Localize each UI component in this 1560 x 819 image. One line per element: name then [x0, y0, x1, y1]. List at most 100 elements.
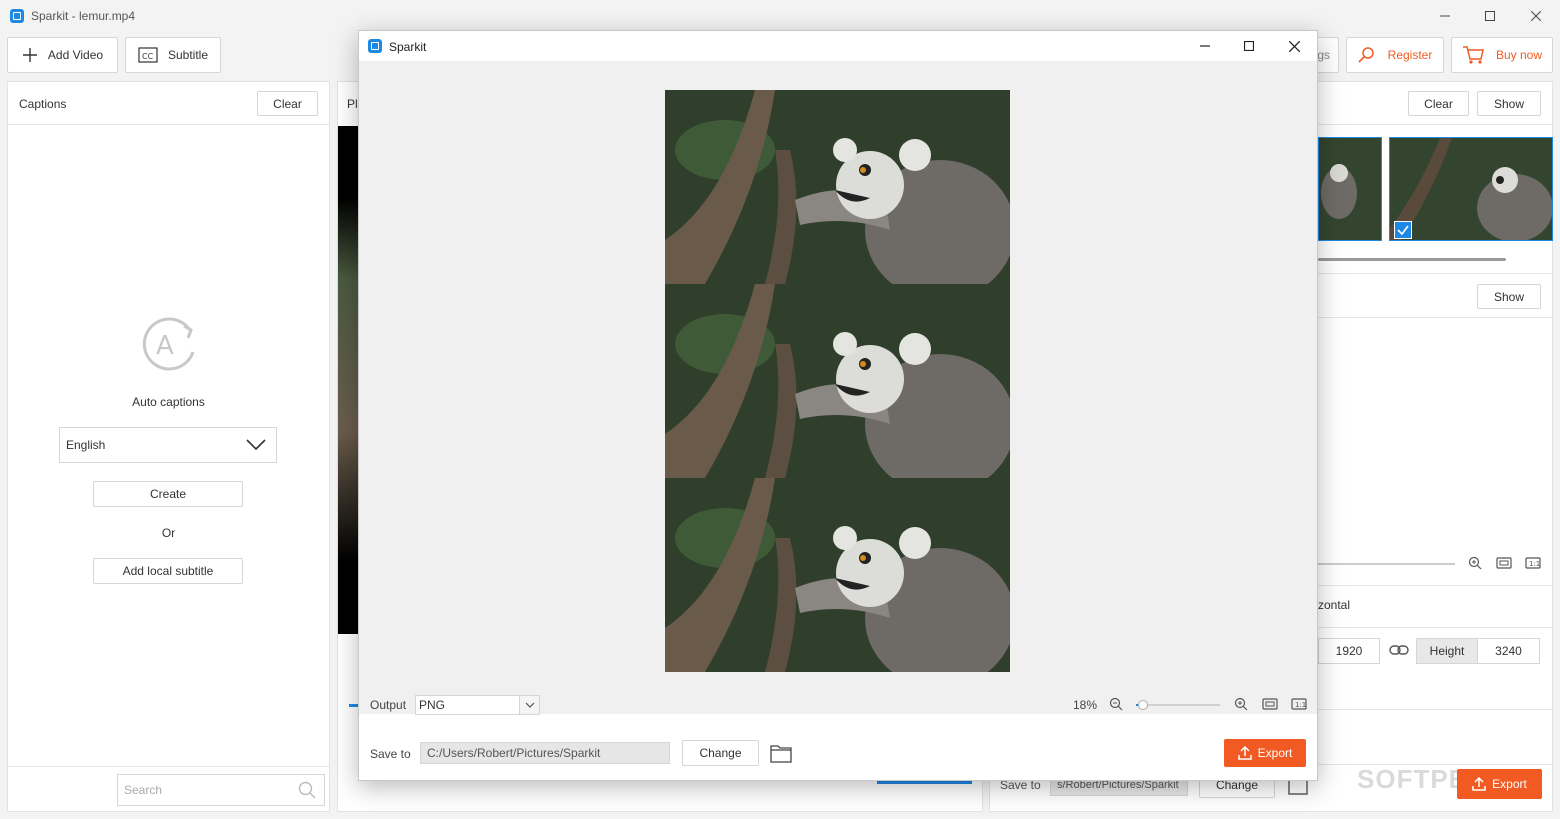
frame-thumbnail[interactable]	[1318, 137, 1382, 241]
fit-screen-icon[interactable]	[1496, 556, 1512, 570]
svg-text:1:1: 1:1	[1295, 701, 1306, 709]
subtitle-button[interactable]: CC Subtitle	[125, 37, 221, 73]
close-button[interactable]	[1513, 0, 1559, 32]
minimize-icon	[1200, 45, 1210, 47]
maximize-icon	[1244, 41, 1254, 51]
svg-text:CC: CC	[142, 52, 154, 61]
right-export-button[interactable]: Export	[1457, 769, 1542, 799]
save-path-input[interactable]: C:/Users/Robert/Pictures/Sparkit	[420, 742, 670, 764]
minimize-icon	[1440, 15, 1450, 17]
svg-text:1:1: 1:1	[1529, 560, 1540, 568]
height-label: Height	[1429, 644, 1465, 658]
frames-show-button[interactable]: Show	[1477, 91, 1541, 116]
zoom-out-icon[interactable]	[1109, 697, 1123, 711]
dialog-title: Sparkit	[389, 40, 427, 54]
maximize-button[interactable]	[1467, 0, 1513, 32]
create-label: Create	[149, 487, 187, 501]
lemur-image	[665, 284, 1010, 478]
captions-search-input[interactable]: Search	[117, 774, 325, 806]
subtitle-label: Subtitle	[167, 48, 209, 62]
captions-title: Captions	[19, 97, 67, 111]
export-preview-dialog: Sparkit Output PNG 18% 1:1 Save to C:/Us…	[358, 30, 1318, 781]
title-bar: Sparkit - lemur.mp4	[0, 0, 1560, 32]
or-label: Or	[161, 526, 176, 540]
height-label-box: Height	[1416, 638, 1478, 664]
change-label: Change	[699, 746, 742, 760]
upload-icon	[1237, 746, 1252, 760]
close-icon	[1531, 11, 1541, 21]
upload-icon	[1472, 777, 1486, 791]
folder-icon[interactable]	[770, 743, 792, 763]
captions-clear-label: Clear	[273, 96, 302, 111]
change-button[interactable]: Change	[682, 740, 759, 766]
zoom-slider[interactable]	[1136, 700, 1220, 710]
captions-footer-divider	[8, 766, 329, 767]
layout-show-button[interactable]: Show	[1477, 284, 1541, 309]
cart-icon	[1462, 46, 1484, 64]
lemur-image	[665, 478, 1010, 672]
auto-captions-icon: A	[142, 317, 195, 371]
output-label: Output	[370, 698, 407, 712]
add-video-button[interactable]: Add Video	[7, 37, 118, 73]
create-button[interactable]: Create	[93, 481, 243, 507]
frames-clear-button[interactable]: Clear	[1408, 91, 1469, 116]
export-label: Export	[1257, 746, 1293, 760]
dialog-maximize-button[interactable]	[1226, 31, 1272, 61]
output-dropdown-arrow[interactable]	[519, 696, 539, 714]
player-label: Pl	[347, 97, 358, 111]
layout-zoom-slider[interactable]	[1318, 563, 1455, 565]
export-button[interactable]: Export	[1224, 739, 1306, 767]
dialog-title-bar: Sparkit	[359, 31, 1317, 61]
orientation-label: zontal	[1318, 598, 1351, 612]
frames-clear-label: Clear	[1424, 96, 1453, 111]
layout-show-label: Show	[1493, 289, 1525, 304]
dialog-minimize-button[interactable]	[1182, 31, 1228, 61]
preview-canvas	[359, 61, 1317, 714]
search-icon	[298, 781, 316, 799]
frame-thumbnail-selected[interactable]	[1389, 137, 1553, 241]
dialog-close-button[interactable]	[1271, 31, 1317, 61]
preview-frame-2	[665, 284, 1010, 478]
maximize-icon	[1485, 11, 1495, 21]
buy-now-button[interactable]: Buy now	[1451, 37, 1553, 73]
fit-screen-icon[interactable]	[1262, 697, 1278, 711]
zoom-in-icon[interactable]	[1234, 697, 1248, 711]
captions-header-divider	[8, 124, 329, 125]
actual-size-icon[interactable]: 1:1	[1525, 556, 1541, 570]
auto-captions-label: Auto captions	[132, 395, 205, 409]
language-value: English	[66, 438, 106, 452]
svg-text:A: A	[156, 331, 174, 361]
height-input[interactable]: 3240	[1477, 638, 1540, 664]
minimize-button[interactable]	[1422, 0, 1468, 32]
captions-clear-button[interactable]: Clear	[257, 91, 318, 116]
add-local-subtitle-label: Add local subtitle	[122, 564, 214, 578]
captions-panel: Captions Clear A Auto captions English C…	[7, 81, 330, 812]
layout-zoom-divider	[1318, 585, 1552, 586]
preview-frame-1	[665, 90, 1010, 284]
cc-icon: CC	[138, 47, 158, 63]
output-format-select[interactable]: PNG	[415, 695, 540, 715]
width-value: 1920	[1335, 644, 1363, 658]
language-select[interactable]: English	[59, 427, 277, 463]
save-path-value: C:/Users/Robert/Pictures/Sparkit	[427, 746, 601, 760]
lemur-thumbnail-image	[1390, 138, 1552, 240]
actual-size-icon[interactable]: 1:1	[1291, 697, 1307, 711]
register-button[interactable]: Register	[1346, 37, 1444, 73]
width-input[interactable]: 1920	[1318, 638, 1380, 664]
chevron-down-icon	[246, 439, 266, 451]
selected-check-icon[interactable]	[1394, 221, 1412, 239]
plus-icon	[22, 48, 37, 62]
height-value: 3240	[1495, 644, 1522, 658]
frames-show-label: Show	[1493, 96, 1525, 111]
zoom-in-icon[interactable]	[1468, 556, 1482, 570]
output-format-value: PNG	[419, 698, 446, 712]
player-control-strip[interactable]	[877, 781, 972, 784]
zoom-slider-thumb[interactable]	[1138, 700, 1148, 710]
app-logo-icon	[10, 9, 24, 23]
register-label: Register	[1387, 48, 1433, 62]
frames-scrollbar[interactable]	[1318, 258, 1506, 261]
add-local-subtitle-button[interactable]: Add local subtitle	[93, 558, 243, 584]
close-icon	[1288, 40, 1300, 52]
orientation-divider	[1318, 627, 1552, 628]
link-icon[interactable]	[1389, 644, 1409, 656]
